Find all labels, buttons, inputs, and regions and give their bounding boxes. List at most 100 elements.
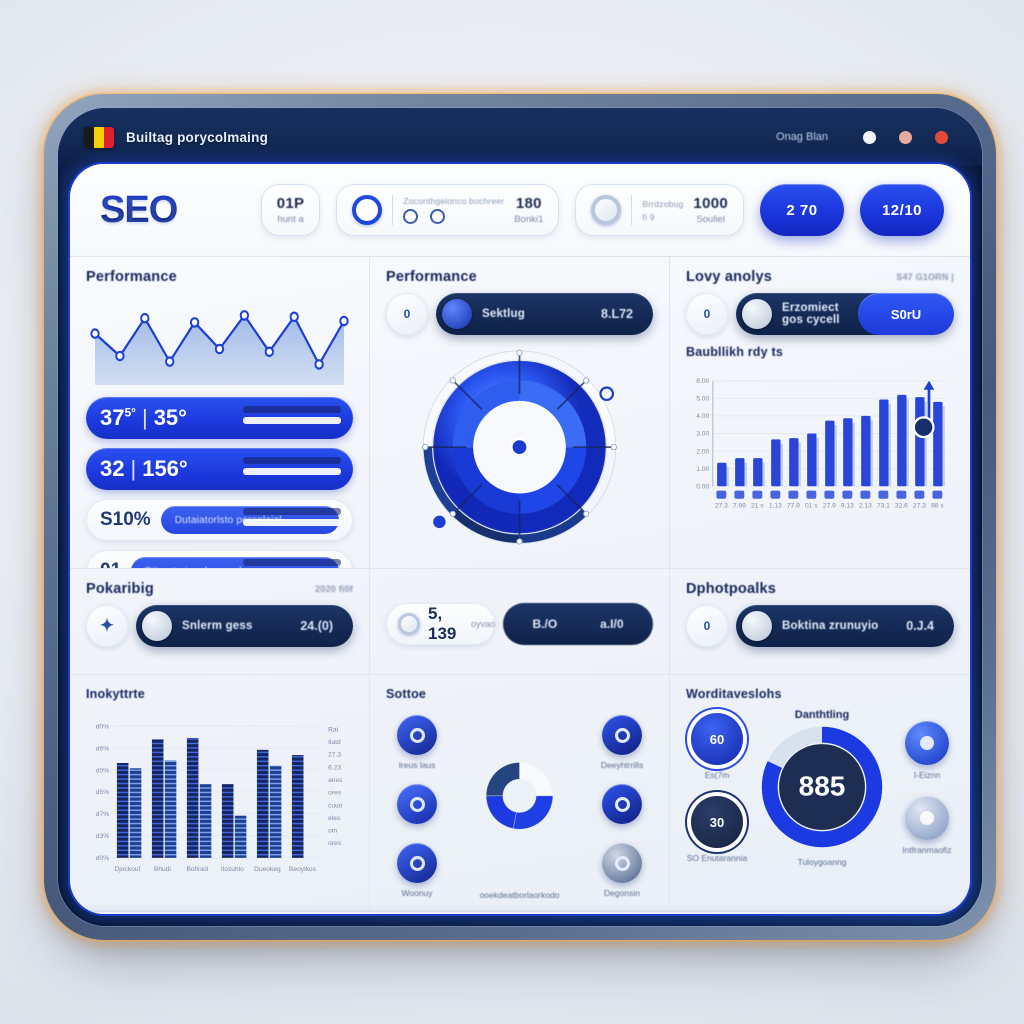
gauge-side-node[interactable]: 60 Es(7m <box>686 713 748 780</box>
ring-icon <box>352 195 383 225</box>
x-category-label: Beoylkos <box>289 866 317 873</box>
center-mid-actions[interactable]: B./O a.I/0 <box>503 603 653 645</box>
dephotspeolks-label: Boktina zrunuyio <box>782 620 879 632</box>
window-close-button[interactable] <box>935 130 948 144</box>
header-metric-1-value: 01P <box>276 195 305 212</box>
window-maximize-button[interactable] <box>899 130 912 144</box>
gauge-right-node[interactable]: I-Eiznn <box>896 721 958 780</box>
sparkline-point <box>140 312 150 324</box>
bar[interactable] <box>735 458 745 487</box>
center-mid-metric[interactable]: 5, 139 oyvao <box>386 603 495 645</box>
x-axis-chip-icon <box>806 490 817 499</box>
donut-left-node-0[interactable]: Ireus laus <box>386 715 448 770</box>
donut-slice-3[interactable] <box>485 762 520 797</box>
grouped-bar[interactable] <box>116 763 129 858</box>
stat-row-2[interactable]: 32 | 156° <box>86 448 353 490</box>
dephotspeolks-pill[interactable]: Boktina zrunuyio 0.J.4 <box>736 605 954 647</box>
header-metric-3[interactable]: Brrdzobug fi 9 1000 Souliel <box>575 184 744 236</box>
y-tick-label: d0% <box>96 855 109 862</box>
stat-row-3[interactable]: S10% Dutaiatorlsto peronlaial <box>86 499 353 541</box>
donut-slice-2[interactable] <box>485 795 517 829</box>
pokerating-pill[interactable]: Snlerm gess 24.(0) <box>136 605 353 647</box>
gauge-right-node[interactable]: Intfranmaofiz <box>896 796 958 855</box>
trend-arrow-icon <box>923 380 935 390</box>
y-tick-label: d0% <box>96 767 109 774</box>
grouped-bar[interactable] <box>256 749 269 858</box>
analytics-toggle-pill[interactable]: Erzomiect gos cycell S0rU <box>736 293 954 335</box>
bar[interactable] <box>897 394 907 487</box>
center-toggle-badge[interactable]: 0 <box>386 293 428 335</box>
analytics-toggle-end[interactable]: S0rU <box>858 293 954 335</box>
bar[interactable] <box>717 462 727 487</box>
x-tick-label: 73.1 <box>877 503 890 510</box>
center-mid-row: 5, 139 oyvao B./O a.I/0 <box>386 603 653 645</box>
radial-callout-icon-2[interactable] <box>433 515 446 529</box>
donut-right-node-1[interactable] <box>591 784 653 829</box>
panel-bottom-gauge-title: Worditaveslohs <box>686 687 782 701</box>
header-action-button-2[interactable]: 12/10 <box>860 184 944 236</box>
bar[interactable] <box>843 418 853 487</box>
radial-callout-icon[interactable] <box>599 386 615 402</box>
header-metric-2[interactable]: Zoconthgelonco bochreer 180 Bonki1 <box>336 184 560 236</box>
donut-slice-1[interactable] <box>513 795 554 830</box>
bar[interactable] <box>879 399 889 487</box>
bar[interactable] <box>789 438 799 487</box>
dephotspeolks-badge[interactable]: 0 <box>686 605 728 647</box>
donut-slice-0[interactable] <box>519 762 554 797</box>
donut-node-icon <box>397 715 437 755</box>
grouped-bar[interactable] <box>199 784 212 858</box>
sparkline-point <box>115 350 125 362</box>
bar-chart-badge-icon[interactable] <box>912 416 935 439</box>
header-metric-3-sub: Souliel <box>696 214 725 225</box>
analytics-toggle-badge[interactable]: 0 <box>686 293 728 335</box>
x-axis-chip-icon <box>734 490 745 499</box>
bar[interactable] <box>825 420 835 487</box>
grouped-bar[interactable] <box>151 739 164 858</box>
header-metric-3-label: Brrdzobug <box>642 198 684 209</box>
bar[interactable] <box>915 397 925 487</box>
stat-row-4[interactable]: 01 Ditrantoriunalosoranl <box>86 550 353 568</box>
center-mid-action-right[interactable]: a.I/0 <box>600 617 623 631</box>
center-mid-action-left[interactable]: B./O <box>532 617 557 631</box>
grouped-bar[interactable] <box>221 784 234 858</box>
bar[interactable] <box>753 458 763 487</box>
center-toggle-pill[interactable]: Sektlug 8.L72 <box>436 293 653 335</box>
x-tick-label: 88 s <box>931 503 944 510</box>
grouped-bar[interactable] <box>234 815 247 858</box>
bar[interactable] <box>933 401 943 487</box>
bar[interactable] <box>861 415 871 487</box>
bar[interactable] <box>807 433 817 487</box>
main-gauge-svg[interactable]: 885 <box>752 717 892 857</box>
gauge-side-node[interactable]: 30 SO Enutarannia <box>686 796 748 863</box>
x-tick-label: 7.99 <box>733 503 746 510</box>
dashboard-grid: Performance 375° | 35° 32 | 156° S10% Du… <box>70 256 970 911</box>
analytics-toggle-label: Erzomiect gos cycell <box>782 302 840 326</box>
donut-node-label-r: Deeyhtrrills <box>600 760 644 770</box>
donut-center-label: ooekdeatborlaorkodo <box>479 890 560 900</box>
grouped-bar[interactable] <box>291 755 304 858</box>
info-icon[interactable] <box>430 209 446 224</box>
grouped-bar[interactable] <box>186 737 199 858</box>
gear-icon <box>905 721 949 765</box>
grouped-bar[interactable] <box>164 760 177 858</box>
belgium-flag-icon <box>84 126 114 148</box>
window-minimize-button[interactable] <box>863 130 876 144</box>
grouped-bar[interactable] <box>269 765 282 858</box>
bar[interactable] <box>771 439 781 487</box>
location-icon[interactable] <box>403 209 419 224</box>
sparkline-point <box>189 317 200 328</box>
stat-row-1[interactable]: 375° | 35° <box>86 397 353 439</box>
donut-left-node-1[interactable] <box>386 784 448 829</box>
donut-right-node-2[interactable]: Degonsin <box>591 843 653 898</box>
donut-node-icon-r <box>602 843 642 883</box>
donut-right-node-0[interactable]: Deeyhtrrills <box>591 715 653 770</box>
header-metric-1[interactable]: 01P hunt a <box>260 184 321 236</box>
header-action-button-1[interactable]: 2 70 <box>760 184 844 236</box>
right-tick-label: om <box>328 828 338 835</box>
x-tick-label: 1.13 <box>769 503 782 510</box>
tablet-device: Builtag porycolmaing Onag Blan SEO 01P h… <box>39 89 1001 945</box>
star-icon[interactable]: ✦ <box>86 605 128 647</box>
donut-left-node-2[interactable]: Woonuy <box>386 843 448 898</box>
grouped-bar[interactable] <box>129 768 142 858</box>
center-mid-sub: oyvao <box>470 619 495 629</box>
